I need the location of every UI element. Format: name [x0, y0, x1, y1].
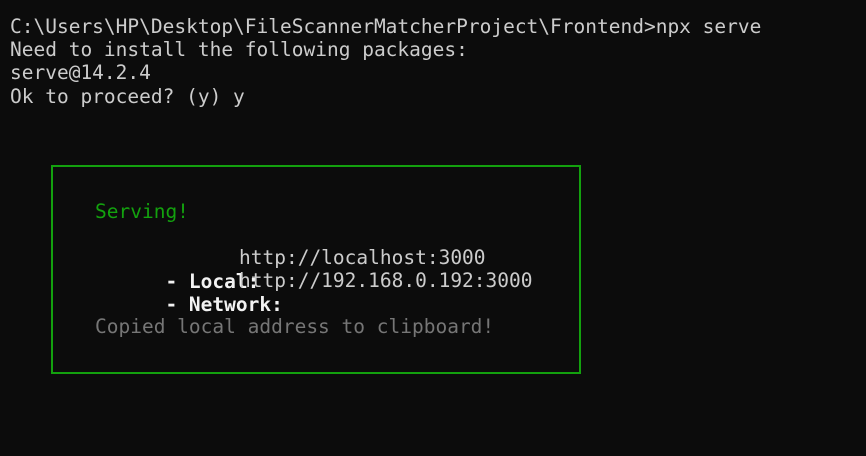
local-address-row: - Local: http://localhost:3000: [95, 246, 485, 293]
local-url[interactable]: http://localhost:3000: [239, 246, 486, 270]
command-line: C:\Users\HP\Desktop\FileScannerMatcherPr…: [10, 15, 762, 38]
network-address-row: - Network: http://192.168.0.192:3000: [95, 269, 532, 316]
clipboard-message: Copied local address to clipboard!: [95, 315, 495, 338]
package-line: serve@14.2.4: [10, 61, 151, 84]
serve-info-box: Serving! - Local: http://localhost:3000 …: [51, 165, 581, 374]
proceed-prompt-line: Ok to proceed? (y) y: [10, 85, 245, 108]
install-notice-line: Need to install the following packages:: [10, 38, 468, 61]
terminal-window[interactable]: C:\Users\HP\Desktop\FileScannerMatcherPr…: [0, 0, 866, 456]
network-label: - Network:: [165, 293, 283, 316]
network-url[interactable]: http://192.168.0.192:3000: [239, 269, 533, 293]
serving-status: Serving!: [95, 200, 189, 223]
